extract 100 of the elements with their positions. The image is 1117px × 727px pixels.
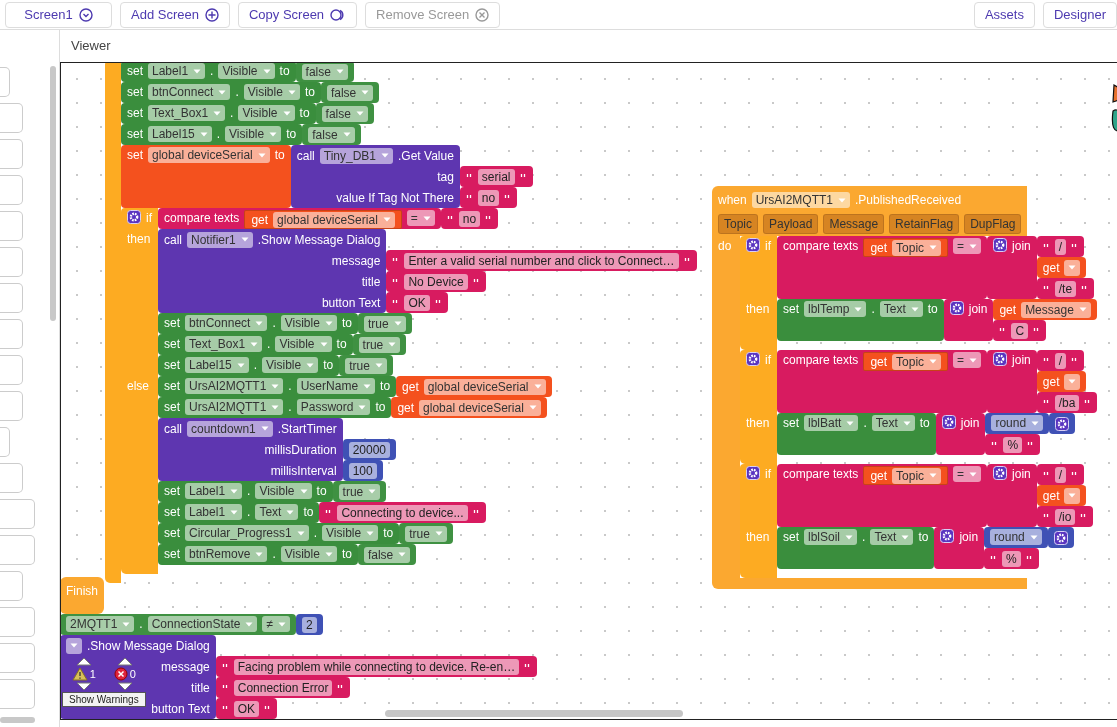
text-block[interactable]: compare texts get Topic = bbox=[777, 236, 988, 299]
dropdown-field[interactable]: btnConnect bbox=[148, 84, 231, 100]
dropdown-field[interactable]: Visible bbox=[280, 546, 337, 562]
toolbar-button[interactable]: Assets bbox=[973, 1, 1035, 28]
dropdown-field[interactable]: true bbox=[358, 336, 401, 353]
call-block[interactable]: call Tiny_DB1 .Get Value tag value If Tag Not There bbox=[290, 145, 460, 208]
setter-block[interactable]: set Label15 . Visible to bbox=[121, 124, 303, 145]
gear-icon[interactable] bbox=[941, 415, 956, 429]
text-block[interactable]: /ba bbox=[1036, 392, 1098, 413]
gear-icon[interactable] bbox=[993, 352, 1008, 366]
text-block[interactable]: Enter a valid serial number and click to Connect… bbox=[386, 250, 697, 271]
toolbar-button[interactable]: Designer bbox=[1042, 1, 1117, 28]
parameter-chip[interactable]: Message bbox=[823, 214, 885, 234]
setter-block[interactable]: set Label1 . Visible to bbox=[121, 63, 296, 82]
text-block[interactable]: no bbox=[440, 208, 499, 229]
dropdown-field[interactable]: ≠ bbox=[262, 616, 290, 632]
text-block[interactable]: / bbox=[1036, 464, 1085, 485]
logic-block[interactable]: true bbox=[357, 313, 412, 334]
string-field[interactable]: / bbox=[1054, 238, 1067, 255]
dropdown-field[interactable]: Password bbox=[296, 399, 371, 415]
setter-block[interactable]: set Text_Box1 . Visible to bbox=[121, 103, 316, 124]
dropdown-field[interactable]: Circular_Progress1 bbox=[185, 525, 309, 541]
math-block[interactable]: 2 bbox=[296, 614, 323, 635]
dropdown-field[interactable]: btnConnect bbox=[185, 315, 268, 331]
dropdown-field[interactable] bbox=[66, 637, 82, 654]
dropdown-field[interactable]: true bbox=[405, 525, 447, 542]
scrollbar-thumb[interactable] bbox=[0, 717, 35, 723]
gear-icon[interactable] bbox=[746, 466, 760, 480]
parameter-chip[interactable]: Topic bbox=[718, 214, 758, 234]
scrollbar-thumb[interactable] bbox=[50, 66, 56, 321]
text-block[interactable]: compare texts get Topic = bbox=[777, 464, 988, 527]
dropdown-field[interactable]: Label1 bbox=[148, 63, 206, 79]
gear-icon[interactable] bbox=[940, 529, 955, 543]
dropdown-field[interactable]: false bbox=[363, 546, 411, 563]
setter-block[interactable]: set btnRemove . Visible to bbox=[158, 544, 358, 565]
dropdown-field[interactable]: Tiny_DB1 bbox=[319, 147, 394, 164]
dropdown-field[interactable]: true bbox=[345, 357, 387, 374]
dropdown-field[interactable]: Visible bbox=[262, 357, 319, 373]
dropdown-field[interactable]: Visible bbox=[243, 84, 300, 100]
gear-icon[interactable] bbox=[949, 301, 964, 315]
dropdown-field[interactable]: global deviceSerial bbox=[148, 147, 270, 163]
string-field[interactable]: C bbox=[1011, 322, 1029, 339]
text-block[interactable]: Connection Error bbox=[215, 677, 351, 698]
setter-block[interactable]: set lblBatt . Text to bbox=[777, 413, 936, 455]
dropdown-field[interactable]: Text bbox=[870, 529, 914, 545]
text-block[interactable]: % bbox=[985, 434, 1041, 455]
string-field[interactable]: serial bbox=[477, 168, 515, 185]
text-block[interactable]: No Device bbox=[386, 271, 486, 292]
text-block[interactable]: /te bbox=[1036, 278, 1095, 299]
dropdown-field[interactable]: true bbox=[338, 483, 381, 500]
text-block[interactable]: join bbox=[987, 350, 1037, 413]
up-arrow-icon[interactable] bbox=[116, 657, 133, 666]
dropdown-field[interactable]: Notifier1 bbox=[187, 231, 253, 248]
logic-block[interactable]: true bbox=[399, 523, 453, 544]
dropdown-field[interactable]: = bbox=[953, 238, 982, 254]
setter-block[interactable]: set Label15 . Visible to bbox=[158, 355, 340, 376]
dropdown-field[interactable]: UrsAI2MQTT1 bbox=[185, 378, 284, 394]
dropdown-field[interactable]: = bbox=[953, 352, 982, 368]
setter-block[interactable]: set UrsAI2MQTT1 . Password to bbox=[158, 397, 392, 418]
text-block[interactable]: /io bbox=[1036, 506, 1094, 527]
dropdown-field[interactable]: round bbox=[991, 415, 1044, 431]
text-block[interactable]: Connecting to device... bbox=[319, 502, 486, 523]
string-field[interactable]: no bbox=[477, 189, 500, 206]
dropdown-field[interactable]: Visible bbox=[255, 483, 312, 499]
dropdown-field[interactable]: countdown1 bbox=[187, 420, 273, 437]
gear-icon[interactable] bbox=[1055, 416, 1070, 431]
text-block[interactable]: OK bbox=[386, 292, 448, 313]
setter-block[interactable]: set Label1 . Text to bbox=[158, 502, 320, 523]
gear-icon[interactable] bbox=[127, 210, 141, 224]
text-block[interactable]: compare texts get global deviceSerial = bbox=[158, 208, 441, 229]
math-block[interactable]: 100 bbox=[342, 460, 383, 481]
dropdown-field[interactable]: UrsAI2MQTT1 bbox=[751, 192, 851, 208]
dropdown-field[interactable] bbox=[1064, 487, 1081, 504]
dropdown-field[interactable]: ConnectionState bbox=[147, 616, 258, 632]
logic-block[interactable]: true bbox=[352, 334, 407, 355]
dropdown-field[interactable]: Label1 bbox=[185, 483, 243, 499]
parameter-chip[interactable]: DupFlag bbox=[964, 214, 1022, 234]
dropdown-field[interactable]: false bbox=[308, 126, 355, 143]
gear-icon[interactable] bbox=[993, 238, 1008, 252]
dropdown-field[interactable]: Text bbox=[871, 415, 915, 431]
variable-block[interactable]: get Message bbox=[993, 299, 1097, 320]
math-block[interactable]: round bbox=[984, 527, 1048, 548]
event-block[interactable] bbox=[712, 186, 1098, 589]
dropdown-field[interactable]: lblSoil bbox=[804, 529, 858, 545]
text-block[interactable]: OK bbox=[215, 698, 278, 719]
text-block[interactable]: / bbox=[1036, 350, 1085, 371]
toolbar-button[interactable]: Add Screen bbox=[120, 1, 230, 28]
setter-block[interactable]: set Text_Box1 . Visible to bbox=[158, 334, 353, 355]
dropdown-field[interactable]: = bbox=[953, 466, 982, 482]
dropdown-field[interactable]: Text_Box1 bbox=[148, 105, 226, 121]
dropdown-field[interactable]: Message bbox=[1021, 301, 1091, 318]
logic-block[interactable]: true bbox=[339, 355, 393, 376]
string-field[interactable]: / bbox=[1054, 352, 1067, 369]
variable-block[interactable]: set global deviceSerial to bbox=[121, 145, 291, 208]
text-block[interactable]: join bbox=[987, 236, 1037, 299]
dropdown-field[interactable]: = bbox=[406, 210, 435, 226]
variable-block[interactable]: get Topic bbox=[863, 352, 949, 371]
dropdown-field[interactable]: UserName bbox=[296, 378, 376, 394]
toolbar-button[interactable]: Copy Screen bbox=[237, 1, 358, 28]
string-field[interactable]: Connecting to device... bbox=[337, 504, 468, 521]
